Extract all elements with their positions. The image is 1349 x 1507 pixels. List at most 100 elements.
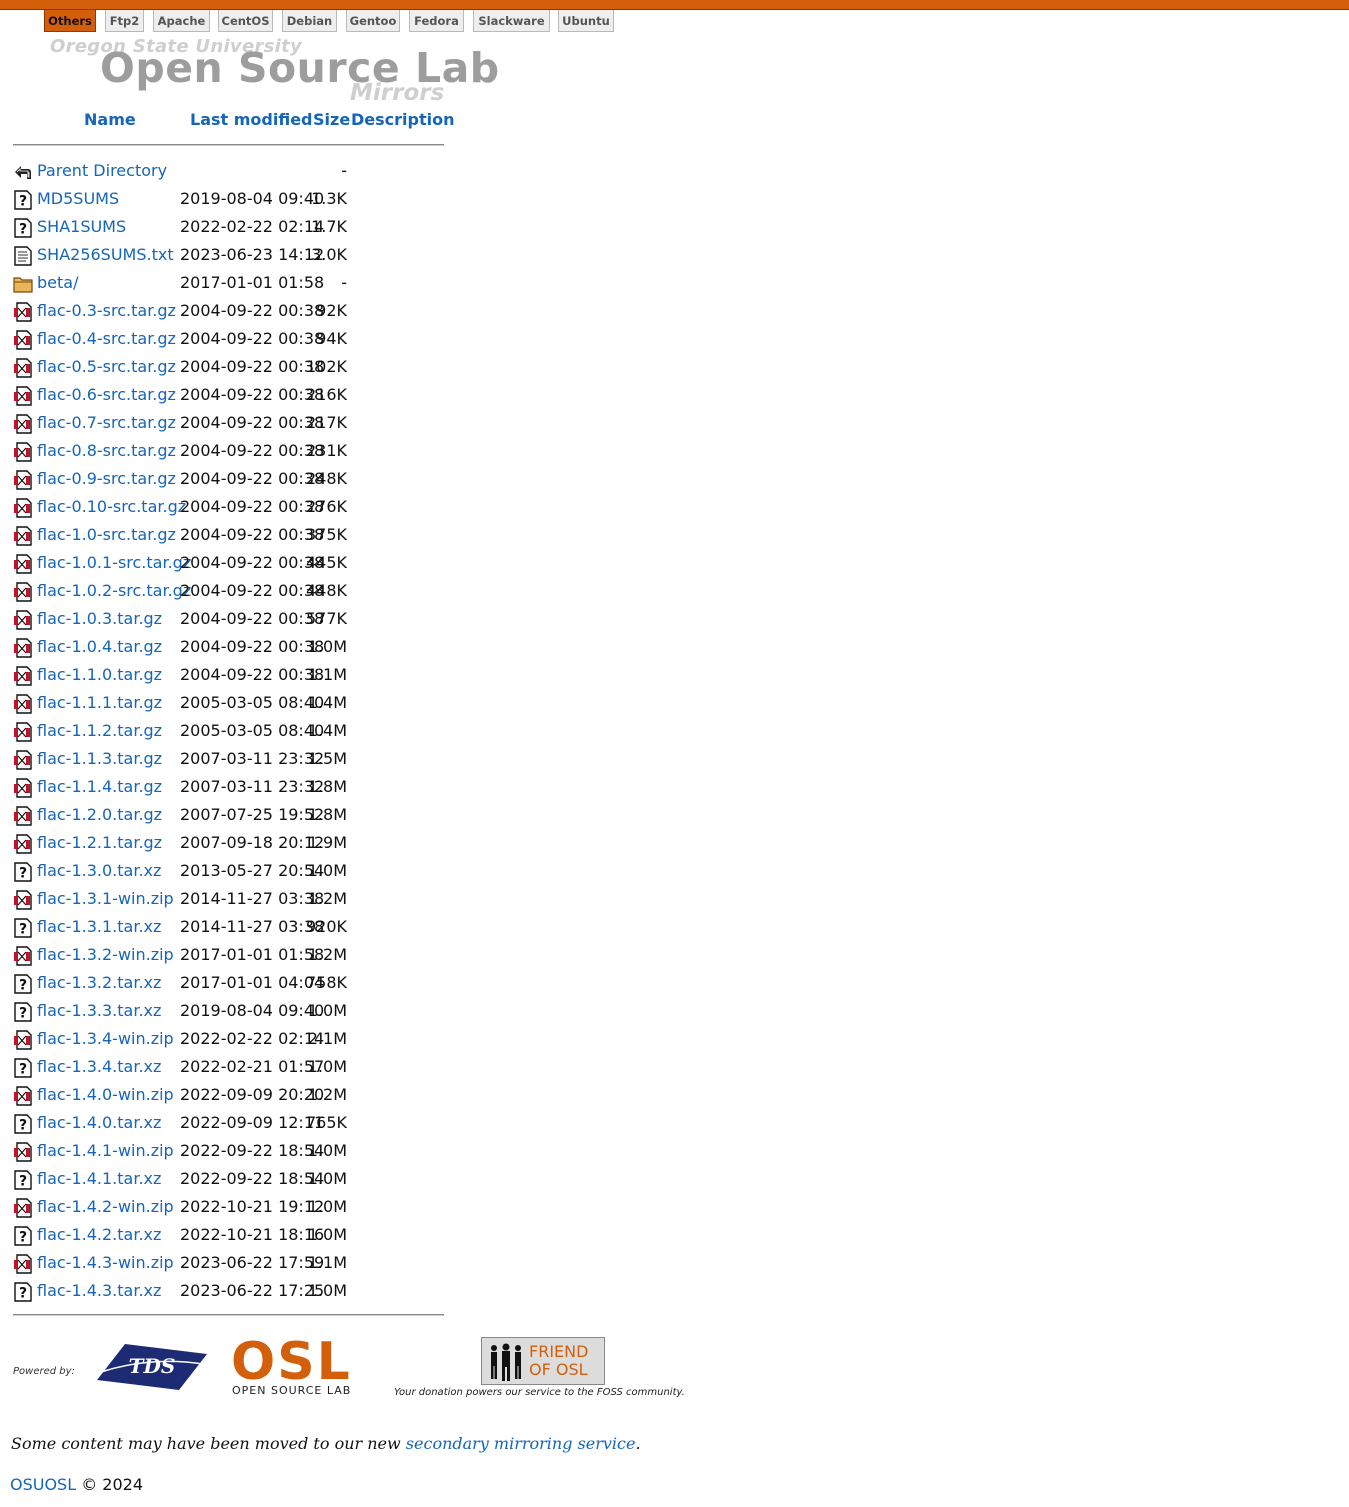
archive-icon[interactable]: [13, 778, 33, 798]
unknown-file-icon[interactable]: ?: [13, 918, 33, 938]
file-link[interactable]: flac-1.1.0.tar.gz: [37, 661, 162, 689]
file-link[interactable]: flac-1.0.4.tar.gz: [37, 633, 162, 661]
file-link[interactable]: flac-1.1.2.tar.gz: [37, 717, 162, 745]
friend-of-osl-badge[interactable]: FRIEND OF OSL: [481, 1337, 605, 1385]
archive-icon[interactable]: [13, 722, 33, 742]
file-link[interactable]: flac-1.1.1.tar.gz: [37, 689, 162, 717]
archive-icon[interactable]: [13, 806, 33, 826]
file-link[interactable]: flac-1.1.3.tar.gz: [37, 745, 162, 773]
unknown-file-icon[interactable]: ?: [13, 1114, 33, 1134]
file-link[interactable]: SHA256SUMS.txt: [37, 241, 174, 269]
column-header-size[interactable]: Size: [313, 110, 350, 132]
unknown-file-icon[interactable]: ?: [13, 862, 33, 882]
tab-slackware[interactable]: Slackware: [473, 10, 550, 32]
column-header-name[interactable]: Name: [84, 110, 136, 132]
file-link[interactable]: flac-1.2.1.tar.gz: [37, 829, 162, 857]
archive-icon[interactable]: [13, 442, 33, 462]
archive-icon[interactable]: [13, 1142, 33, 1162]
file-link[interactable]: flac-1.3.1-win.zip: [37, 885, 174, 913]
file-link[interactable]: flac-0.5-src.tar.gz: [37, 353, 176, 381]
archive-icon[interactable]: [13, 554, 33, 574]
file-link[interactable]: flac-1.3.4.tar.xz: [37, 1053, 161, 1081]
archive-icon[interactable]: [13, 694, 33, 714]
tab-debian[interactable]: Debian: [282, 10, 337, 32]
file-link[interactable]: flac-1.3.2.tar.xz: [37, 969, 161, 997]
archive-icon[interactable]: [13, 414, 33, 434]
tab-centos[interactable]: CentOS: [218, 10, 273, 32]
file-link[interactable]: flac-1.3.3.tar.xz: [37, 997, 161, 1025]
osl-logo[interactable]: OSL OPEN SOURCE LAB: [231, 1332, 379, 1398]
file-link[interactable]: flac-1.4.3.tar.xz: [37, 1277, 161, 1305]
file-link[interactable]: flac-0.7-src.tar.gz: [37, 409, 176, 437]
archive-icon[interactable]: [13, 638, 33, 658]
archive-icon[interactable]: [13, 582, 33, 602]
archive-icon[interactable]: [13, 666, 33, 686]
unknown-file-icon[interactable]: ?: [13, 1282, 33, 1302]
file-link[interactable]: MD5SUMS: [37, 185, 119, 213]
file-link[interactable]: flac-0.6-src.tar.gz: [37, 381, 176, 409]
secondary-mirroring-link[interactable]: secondary mirroring service: [406, 1434, 636, 1453]
archive-icon[interactable]: [13, 330, 33, 350]
archive-icon[interactable]: [13, 1254, 33, 1274]
file-link[interactable]: flac-1.3.2-win.zip: [37, 941, 174, 969]
unknown-file-icon[interactable]: ?: [13, 1058, 33, 1078]
archive-icon[interactable]: [13, 526, 33, 546]
file-link[interactable]: flac-0.4-src.tar.gz: [37, 325, 176, 353]
unknown-file-icon[interactable]: ?: [13, 1002, 33, 1022]
file-link[interactable]: Parent Directory: [37, 157, 167, 185]
archive-icon[interactable]: [13, 890, 33, 910]
folder-icon[interactable]: [13, 274, 33, 294]
file-link[interactable]: flac-0.10-src.tar.gz: [37, 493, 186, 521]
archive-icon[interactable]: [13, 1086, 33, 1106]
tab-others[interactable]: Others: [44, 10, 96, 32]
file-link[interactable]: flac-0.3-src.tar.gz: [37, 297, 176, 325]
file-link[interactable]: flac-1.0.3.tar.gz: [37, 605, 162, 633]
archive-icon[interactable]: [13, 750, 33, 770]
archive-icon[interactable]: [13, 946, 33, 966]
file-link[interactable]: SHA1SUMS: [37, 213, 126, 241]
tds-logo[interactable]: TDS: [95, 1342, 209, 1392]
file-link[interactable]: flac-1.2.0.tar.gz: [37, 801, 162, 829]
file-link[interactable]: flac-1.4.1-win.zip: [37, 1137, 174, 1165]
tab-gentoo[interactable]: Gentoo: [346, 10, 400, 32]
file-link[interactable]: beta/: [37, 269, 78, 297]
file-link[interactable]: flac-1.0.1-src.tar.gz: [37, 549, 191, 577]
unknown-file-icon[interactable]: ?: [13, 1170, 33, 1190]
unknown-file-icon[interactable]: ?: [13, 218, 33, 238]
column-header-last-modified[interactable]: Last modified: [190, 110, 313, 132]
back-icon[interactable]: [13, 162, 33, 182]
tab-fedora[interactable]: Fedora: [409, 10, 464, 32]
file-link[interactable]: flac-1.4.2.tar.xz: [37, 1221, 161, 1249]
file-link[interactable]: flac-1.3.1.tar.xz: [37, 913, 161, 941]
text-file-icon[interactable]: [13, 246, 33, 266]
file-link[interactable]: flac-0.9-src.tar.gz: [37, 465, 176, 493]
tab-ubuntu[interactable]: Ubuntu: [558, 10, 614, 32]
osuosl-link[interactable]: OSUOSL: [10, 1475, 76, 1494]
tab-ftp2[interactable]: Ftp2: [105, 10, 144, 32]
file-link[interactable]: flac-1.0.2-src.tar.gz: [37, 577, 191, 605]
file-link[interactable]: flac-1.3.0.tar.xz: [37, 857, 161, 885]
archive-icon[interactable]: [13, 498, 33, 518]
file-link[interactable]: flac-1.4.1.tar.xz: [37, 1165, 161, 1193]
archive-icon[interactable]: [13, 1030, 33, 1050]
file-link[interactable]: flac-1.1.4.tar.gz: [37, 773, 162, 801]
archive-icon[interactable]: [13, 610, 33, 630]
tab-apache[interactable]: Apache: [153, 10, 210, 32]
archive-icon[interactable]: [13, 834, 33, 854]
archive-icon[interactable]: [13, 1198, 33, 1218]
file-link[interactable]: flac-1.4.0-win.zip: [37, 1081, 174, 1109]
file-link[interactable]: flac-0.8-src.tar.gz: [37, 437, 176, 465]
file-link[interactable]: flac-1.0-src.tar.gz: [37, 521, 176, 549]
archive-icon[interactable]: [13, 358, 33, 378]
file-link[interactable]: flac-1.4.2-win.zip: [37, 1193, 174, 1221]
archive-icon[interactable]: [13, 470, 33, 490]
file-link[interactable]: flac-1.4.3-win.zip: [37, 1249, 174, 1277]
file-link[interactable]: flac-1.4.0.tar.xz: [37, 1109, 161, 1137]
archive-icon[interactable]: [13, 386, 33, 406]
unknown-file-icon[interactable]: ?: [13, 1226, 33, 1246]
archive-icon[interactable]: [13, 302, 33, 322]
unknown-file-icon[interactable]: ?: [13, 190, 33, 210]
file-link[interactable]: flac-1.3.4-win.zip: [37, 1025, 174, 1053]
unknown-file-icon[interactable]: ?: [13, 974, 33, 994]
column-header-description[interactable]: Description: [351, 110, 454, 132]
